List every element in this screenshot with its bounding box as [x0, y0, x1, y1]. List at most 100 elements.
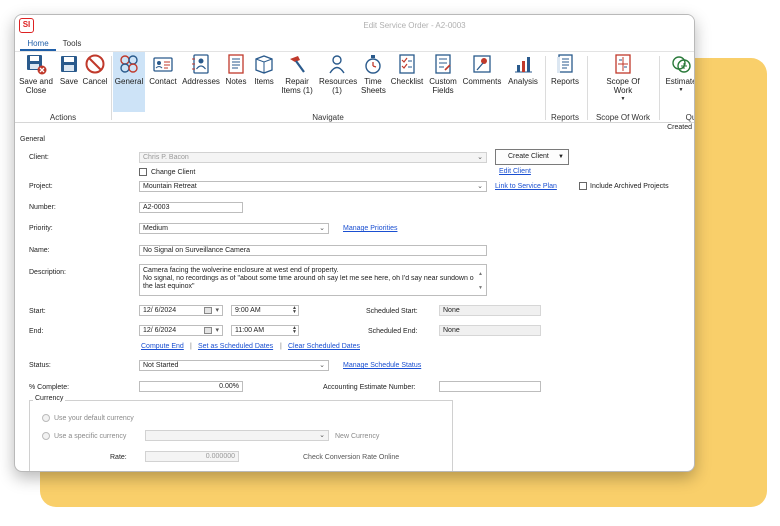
section-title-general: General — [20, 136, 45, 143]
percent-complete-input[interactable]: 0.00% — [139, 381, 243, 392]
ribbon-tabs: Home Tools — [15, 37, 694, 51]
window-title: Edit Service Order - A2-0003 — [363, 21, 466, 30]
contact-card-icon — [153, 57, 173, 72]
change-client-checkbox[interactable] — [139, 168, 147, 176]
calendar-icon[interactable] — [204, 307, 212, 314]
chevron-down-icon: ▼ — [620, 96, 626, 102]
reports-button[interactable]: Reports — [547, 52, 583, 112]
end-time-picker[interactable]: 11:00 AM ▲ ▼ — [231, 325, 299, 336]
box-icon — [255, 55, 273, 74]
use-specific-currency-label: Use a specific currency — [54, 433, 127, 440]
nav-comments-button[interactable]: Comments — [461, 52, 503, 112]
percent-complete-label: % Complete: — [29, 384, 70, 391]
estimates-icon — [672, 56, 691, 73]
chevron-down-icon: ⌄ — [319, 225, 325, 232]
chevron-down-icon: ⌄ — [319, 432, 325, 439]
tab-home[interactable]: Home — [20, 37, 56, 51]
use-default-currency-label: Use your default currency — [54, 415, 134, 422]
group-label-navigate: Navigate — [312, 113, 344, 122]
address-book-icon — [192, 54, 209, 74]
status-select[interactable]: Not Started ⌄ — [139, 360, 329, 371]
priority-label: Priority: — [29, 225, 53, 232]
group-separator — [659, 56, 660, 120]
use-specific-currency-radio[interactable] — [42, 432, 50, 440]
currency-select[interactable]: ⌄ — [145, 430, 329, 441]
person-icon — [329, 55, 345, 74]
nav-analysis-button[interactable]: Analysis — [505, 52, 541, 112]
include-archived-projects-checkbox[interactable] — [579, 182, 587, 190]
description-textarea[interactable]: Camera facing the wolverine enclosure at… — [139, 264, 487, 296]
save-button[interactable]: Save — [57, 52, 81, 112]
calendar-icon[interactable] — [204, 327, 212, 334]
start-time-picker[interactable]: 9:00 AM ▲ ▼ — [231, 305, 299, 316]
name-label: Name: — [29, 247, 50, 254]
scope-of-work-button[interactable]: Scope Of Work ▼ — [595, 52, 651, 112]
description-label: Description: — [29, 269, 66, 276]
start-date-picker[interactable]: 12/ 6/2024 ▾ — [139, 305, 223, 316]
group-label-quotes: Qu — [685, 113, 694, 122]
status-label: Status: — [29, 362, 51, 369]
nav-time-sheets-button[interactable]: Time Sheets — [359, 52, 387, 112]
nav-general-button[interactable]: General — [113, 52, 145, 112]
accounting-estimate-number-label: Accounting Estimate Number: — [323, 384, 416, 391]
nav-addresses-button[interactable]: Addresses — [181, 52, 221, 112]
general-form: General Client: Chris P. Bacon ⌄ Create C… — [15, 133, 694, 471]
nav-checklist-button[interactable]: Checklist — [389, 52, 425, 112]
accounting-estimate-number-input[interactable] — [439, 381, 541, 392]
save-and-close-button[interactable]: Save and Close — [17, 52, 55, 112]
number-input[interactable]: A2-0003 — [139, 202, 243, 213]
include-archived-projects-label: Include Archived Projects — [590, 183, 669, 190]
floppy-disk-icon — [61, 56, 77, 72]
new-currency-label: New Currency — [335, 433, 380, 440]
link-divider: | — [190, 343, 192, 350]
title-bar: SI Edit Service Order - A2-0003 — [15, 15, 694, 37]
end-date-picker[interactable]: 12/ 6/2024 ▾ — [139, 325, 223, 336]
nav-contact-button[interactable]: Contact — [147, 52, 179, 112]
nav-notes-button[interactable]: Notes — [223, 52, 249, 112]
clear-scheduled-dates-link[interactable]: Clear Scheduled Dates — [288, 343, 360, 350]
checklist-icon — [399, 54, 415, 74]
compute-end-link[interactable]: Compute End — [141, 343, 184, 350]
chevron-down-icon: ▾ — [215, 327, 219, 334]
edit-client-link[interactable]: Edit Client — [499, 168, 531, 175]
group-separator — [587, 56, 588, 120]
estimates-button[interactable]: Estimate ▼ — [663, 52, 694, 112]
scheduled-end-value: None — [439, 325, 541, 336]
rate-input[interactable]: 0.000000 — [145, 451, 239, 462]
chevron-down-icon: ⌄ — [319, 362, 325, 369]
cancel-button[interactable]: Cancel — [81, 52, 109, 112]
dropdown-arrow-icon: ▼ — [558, 154, 564, 160]
start-label: Start: — [29, 308, 46, 315]
manage-schedule-status-link[interactable]: Manage Schedule Status — [343, 362, 421, 369]
tab-tools[interactable]: Tools — [58, 37, 86, 51]
link-to-service-plan-link[interactable]: Link to Service Plan — [495, 183, 557, 190]
status-strip: Created — [15, 124, 694, 133]
name-input[interactable]: No Signal on Surveillance Camera — [139, 245, 487, 256]
spinner-icon[interactable]: ▲ ▼ — [292, 326, 297, 335]
cancel-icon — [85, 54, 105, 74]
client-combobox: Chris P. Bacon ⌄ — [139, 152, 487, 163]
scrollbar[interactable]: ▲ ▼ — [478, 267, 483, 295]
priority-select[interactable]: Medium ⌄ — [139, 223, 329, 234]
project-combobox[interactable]: Mountain Retreat ⌄ — [139, 181, 487, 192]
use-default-currency-radio[interactable] — [42, 414, 50, 422]
end-label: End: — [29, 328, 44, 335]
nav-items-button[interactable]: Items — [251, 52, 277, 112]
chevron-down-icon: ⌄ — [477, 154, 483, 161]
set-as-scheduled-dates-link[interactable]: Set as Scheduled Dates — [198, 343, 273, 350]
currency-section-title: Currency — [33, 395, 66, 402]
chevron-down-icon: ⌄ — [477, 183, 483, 190]
project-label: Project: — [29, 183, 53, 190]
create-client-button[interactable]: Create Client ▼ — [495, 149, 569, 165]
manage-priorities-link[interactable]: Manage Priorities — [343, 225, 397, 232]
analysis-chart-icon — [515, 57, 532, 73]
pushpin-icon — [473, 55, 491, 73]
nav-custom-fields-button[interactable]: Custom Fields — [427, 52, 459, 112]
nav-resources-button[interactable]: Resources (1) — [317, 52, 357, 112]
stopwatch-icon — [365, 55, 381, 74]
spinner-icon[interactable]: ▲ ▼ — [292, 306, 297, 315]
notes-icon — [228, 54, 244, 74]
nav-repair-items-button[interactable]: Repair Items (1) — [279, 52, 315, 112]
rate-label: Rate: — [110, 454, 127, 461]
group-separator — [545, 56, 546, 120]
